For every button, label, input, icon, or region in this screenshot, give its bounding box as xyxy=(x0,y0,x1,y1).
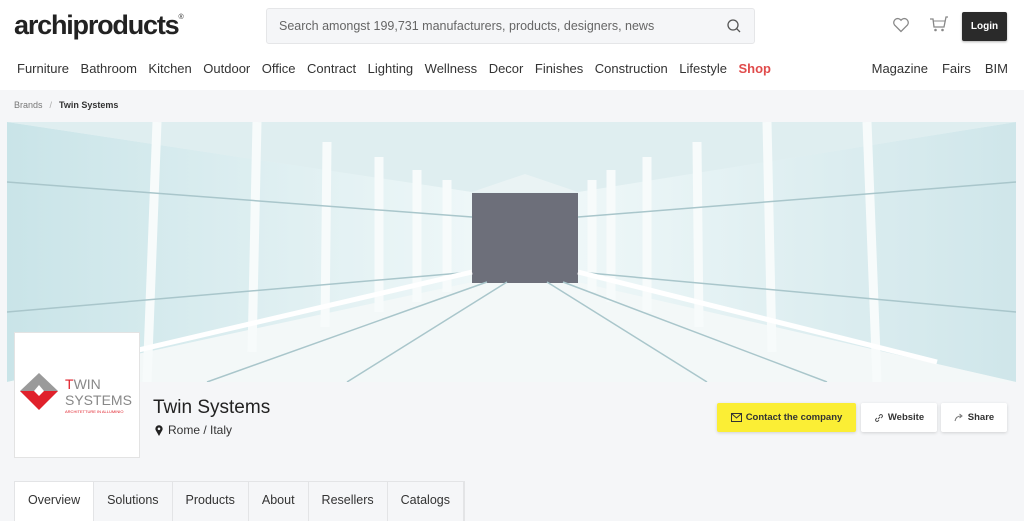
nav-item-shop[interactable]: Shop xyxy=(738,61,771,76)
website-button[interactable]: Website xyxy=(861,403,937,432)
tab-catalogs[interactable]: Catalogs xyxy=(387,482,464,521)
nav-item[interactable]: Lighting xyxy=(368,61,414,76)
cart-icon[interactable] xyxy=(929,15,949,33)
secondary-nav: Magazine Fairs BIM xyxy=(858,61,1008,76)
envelope-icon xyxy=(730,413,742,422)
nav-item[interactable]: Office xyxy=(262,61,296,76)
contact-company-button[interactable]: Contact the company xyxy=(717,403,856,432)
hero-image xyxy=(7,122,1016,382)
link-icon xyxy=(874,413,883,422)
svg-text:TWIN: TWIN xyxy=(65,376,101,392)
nav-item[interactable]: Construction xyxy=(595,61,668,76)
nav-item[interactable]: Wellness xyxy=(425,61,478,76)
breadcrumb-brands[interactable]: Brands xyxy=(14,100,43,110)
company-location: Rome / Italy xyxy=(155,423,232,437)
heart-icon[interactable] xyxy=(892,17,910,33)
nav-item[interactable]: Finishes xyxy=(535,61,583,76)
search-icon[interactable] xyxy=(726,18,742,34)
nav-item-magazine[interactable]: Magazine xyxy=(872,61,928,76)
nav-item[interactable]: Decor xyxy=(489,61,524,76)
nav-item-fairs[interactable]: Fairs xyxy=(942,61,971,76)
site-logo[interactable]: archiproducts® xyxy=(14,10,184,41)
nav-item[interactable]: Furniture xyxy=(17,61,69,76)
breadcrumb: Brands / Twin Systems xyxy=(14,100,119,110)
share-icon xyxy=(954,413,963,422)
svg-text:SYSTEMS: SYSTEMS xyxy=(65,392,132,408)
search-bar xyxy=(266,8,755,44)
company-logo: TWIN SYSTEMS ARCHITETTURE IN ALLUMINIO xyxy=(14,332,140,458)
nav-item[interactable]: Contract xyxy=(307,61,356,76)
search-input[interactable] xyxy=(267,9,707,43)
breadcrumb-current: Twin Systems xyxy=(59,100,119,110)
site-header: archiproducts® Login Furniture Bathroom … xyxy=(0,0,1024,90)
tab-overview[interactable]: Overview xyxy=(15,482,95,521)
main-nav: Furniture Bathroom Kitchen Outdoor Offic… xyxy=(17,61,782,76)
tab-about[interactable]: About xyxy=(248,482,309,521)
nav-item[interactable]: Outdoor xyxy=(203,61,250,76)
share-button[interactable]: Share xyxy=(941,403,1007,432)
svg-text:ARCHITETTURE IN ALLUMINIO: ARCHITETTURE IN ALLUMINIO xyxy=(65,409,123,414)
nav-item[interactable]: Lifestyle xyxy=(679,61,727,76)
login-button[interactable]: Login xyxy=(962,12,1007,41)
tab-products[interactable]: Products xyxy=(172,482,249,521)
company-name: Twin Systems xyxy=(153,397,271,418)
map-pin-icon xyxy=(155,424,163,436)
tab-solutions[interactable]: Solutions xyxy=(94,482,173,521)
nav-item[interactable]: Kitchen xyxy=(148,61,191,76)
nav-item[interactable]: Bathroom xyxy=(81,61,137,76)
company-tabs: Overview Solutions Products About Resell… xyxy=(14,481,465,521)
nav-item-bim[interactable]: BIM xyxy=(985,61,1008,76)
tab-resellers[interactable]: Resellers xyxy=(308,482,388,521)
